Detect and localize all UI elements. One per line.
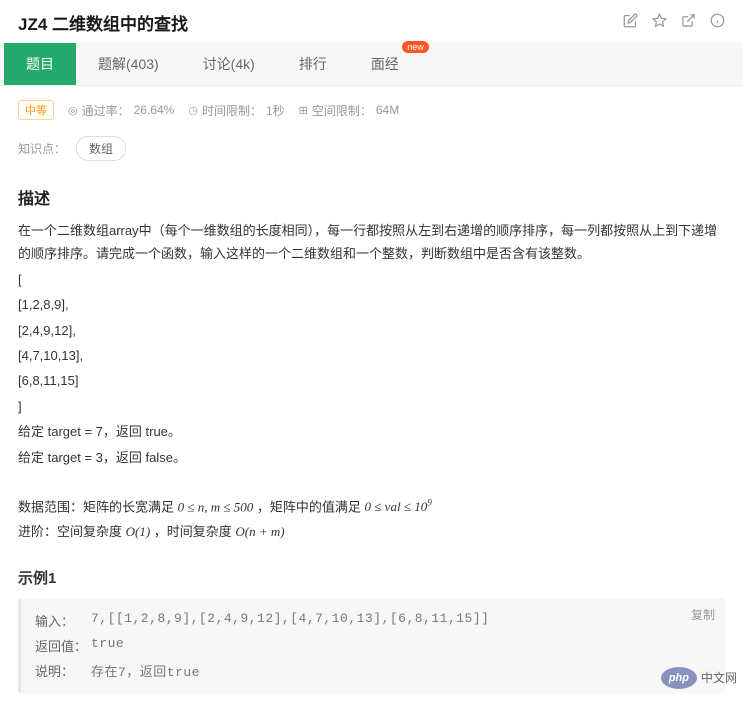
memory-limit-value: 64M [376,103,399,117]
return-label: 返回值： [35,636,91,655]
desc-line: 给定 target = 7，返回 true。 [18,420,725,443]
data-range-label: 数据范围：矩阵的长宽满足 [18,499,178,514]
php-logo: php [661,667,697,689]
advanced-label: 进阶：空间复杂度 [18,524,126,539]
tabs-bar: 题目 题解(403) 讨论(4k) 排行 面经 new [0,43,743,86]
knowledge-label: 知识点： [18,140,66,157]
advanced-part2: ，时间复杂度 [154,524,236,539]
example1-title: 示例1 [0,559,743,598]
description: 在一个二维数组array中（每个一维数组的长度相同），每一行都按照从左到右递增的… [0,215,743,485]
page-title: JZ4 二维数组中的查找 [18,10,188,35]
check-icon: ◎ [68,104,78,117]
math-val: 0 ≤ val ≤ 109 [365,499,432,514]
description-title: 描述 [0,177,743,215]
desc-line: [2,4,9,12], [18,319,725,342]
desc-line: [4,7,10,13], [18,344,725,367]
example-input-row: 输入： 7,[[1,2,8,9],[2,4,9,12],[4,7,10,13],… [35,608,711,633]
info-icon[interactable] [710,13,725,32]
desc-line: ] [18,395,725,418]
description-intro: 在一个二维数组array中（每个一维数组的长度相同），每一行都按照从左到右递增的… [18,219,725,266]
difficulty-badge: 中等 [18,100,54,120]
data-range: 数据范围：矩阵的长宽满足 0 ≤ n, m ≤ 500 ，矩阵中的值满足 0 ≤… [0,485,743,559]
meta-row: 中等 ◎ 通过率： 26.64% ◷ 时间限制： 1秒 ⊞ 空间限制： 64M [0,86,743,130]
pass-rate-value: 26.64% [134,103,175,117]
watermark: php 中文网 [661,667,737,689]
star-icon[interactable] [652,13,667,32]
watermark-text: 中文网 [701,669,737,686]
math-onm: O(n + m) [235,524,284,539]
tab-ranking[interactable]: 排行 [277,43,349,85]
edit-icon[interactable] [623,13,638,32]
tag-array[interactable]: 数组 [76,136,126,161]
pass-rate: ◎ 通过率： 26.64% [68,102,174,119]
input-label: 输入： [35,611,91,630]
data-range-part2: ，矩阵中的值满足 [257,499,365,514]
copy-button[interactable]: 复制 [691,606,715,623]
math-nm: 0 ≤ n, m ≤ 500 [178,499,254,514]
explain-label: 说明： [35,661,91,680]
explain-value: 存在7，返回true [91,661,200,680]
example-return-row: 返回值： true [35,633,711,658]
new-badge: new [402,41,429,53]
time-limit: ◷ 时间限制： 1秒 [188,102,284,119]
memory-limit-label: 空间限制： [312,102,372,119]
desc-line: [1,2,8,9], [18,293,725,316]
desc-line: [ [18,268,725,291]
example-explain-row: 说明： 存在7，返回true [35,658,711,683]
knowledge-row: 知识点： 数组 [0,130,743,177]
clock-icon: ◷ [188,104,198,117]
desc-line: 给定 target = 3，返回 false。 [18,446,725,469]
tab-discuss[interactable]: 讨论(4k) [181,43,277,85]
return-value: true [91,636,124,655]
share-icon[interactable] [681,13,696,32]
tab-problem[interactable]: 题目 [4,43,76,85]
header: JZ4 二维数组中的查找 [0,0,743,43]
input-value: 7,[[1,2,8,9],[2,4,9,12],[4,7,10,13],[6,8… [91,611,489,630]
time-limit-value: 1秒 [266,102,285,119]
pass-rate-label: 通过率： [82,102,130,119]
example-box: 复制 输入： 7,[[1,2,8,9],[2,4,9,12],[4,7,10,1… [18,598,725,693]
tab-interview[interactable]: 面经 new [349,43,421,85]
memory-icon: ⊞ [299,104,308,117]
desc-line: [6,8,11,15] [18,369,725,392]
math-o1: O(1) [126,524,151,539]
time-limit-label: 时间限制： [202,102,262,119]
header-actions [623,13,725,32]
tab-interview-label: 面经 [371,56,399,72]
memory-limit: ⊞ 空间限制： 64M [299,102,400,119]
copy-label: 复制 [691,606,715,623]
tab-solutions[interactable]: 题解(403) [76,43,181,85]
